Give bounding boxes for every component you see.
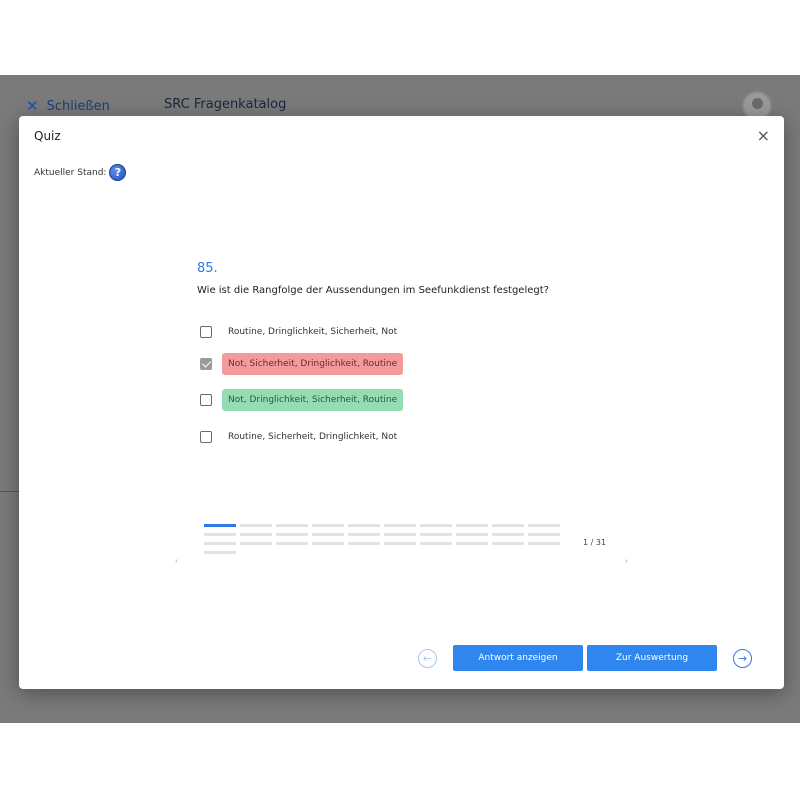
answer-option-2[interactable]: Not, Sicherheit, Dringlichkeit, Routine bbox=[200, 353, 404, 375]
help-icon[interactable]: ? bbox=[109, 164, 127, 181]
question-text: Wie ist die Rangfolge der Aussendungen i… bbox=[197, 285, 549, 296]
progress-row bbox=[204, 533, 564, 536]
answer-label: Routine, Sicherheit, Dringlichkeit, Not bbox=[228, 432, 398, 442]
answer-option-4[interactable]: Routine, Sicherheit, Dringlichkeit, Not bbox=[200, 426, 403, 448]
answer-checkbox[interactable] bbox=[200, 326, 212, 338]
progress-segment[interactable] bbox=[420, 542, 452, 545]
quiz-modal: Quiz × Aktueller Stand: ? 85. Wie ist di… bbox=[19, 116, 784, 689]
progress-segment[interactable] bbox=[240, 542, 272, 545]
progress-segment[interactable] bbox=[456, 524, 488, 527]
answer-checkbox-checked[interactable] bbox=[200, 358, 212, 370]
progress-segment[interactable] bbox=[348, 533, 380, 536]
modal-title: Quiz bbox=[34, 129, 61, 143]
progress-segment[interactable] bbox=[240, 524, 272, 527]
progress-segment[interactable] bbox=[384, 533, 416, 536]
next-question-button[interactable]: → bbox=[733, 649, 752, 668]
divider bbox=[0, 491, 20, 492]
arrow-right-icon: → bbox=[737, 652, 748, 665]
answer-label: Routine, Dringlichkeit, Sicherheit, Not bbox=[228, 327, 398, 337]
progress-row bbox=[204, 524, 564, 527]
question-number: 85. bbox=[197, 261, 218, 276]
answer-label-correct: Not, Dringlichkeit, Sicherheit, Routine bbox=[222, 389, 404, 411]
show-answer-button[interactable]: Antwort anzeigen bbox=[453, 645, 583, 671]
progress-segment[interactable] bbox=[456, 542, 488, 545]
progress-segment[interactable] bbox=[384, 524, 416, 527]
progress-next-icon[interactable]: › bbox=[625, 557, 628, 565]
answer-checkbox[interactable] bbox=[200, 394, 212, 406]
close-icon: ✕ bbox=[26, 97, 39, 115]
progress-segment[interactable] bbox=[528, 524, 560, 527]
progress-segment[interactable] bbox=[528, 533, 560, 536]
status-label: Aktueller Stand: bbox=[34, 167, 107, 178]
progress-segment[interactable] bbox=[384, 542, 416, 545]
progress-row bbox=[204, 542, 564, 545]
progress-segment[interactable] bbox=[348, 542, 380, 545]
progress-segment[interactable] bbox=[456, 533, 488, 536]
progress-segment[interactable] bbox=[420, 524, 452, 527]
progress-segment[interactable] bbox=[492, 524, 524, 527]
background-close-button[interactable]: ✕ Schließen bbox=[26, 97, 110, 115]
progress-prev-icon[interactable]: ‹ bbox=[175, 557, 178, 565]
arrow-left-icon: ← bbox=[422, 652, 433, 665]
previous-question-button[interactable]: ← bbox=[418, 649, 437, 668]
progress-segment[interactable] bbox=[348, 524, 380, 527]
answer-option-1[interactable]: Routine, Dringlichkeit, Sicherheit, Not bbox=[200, 321, 403, 343]
progress-row bbox=[204, 551, 564, 554]
modal-close-icon[interactable]: × bbox=[757, 126, 770, 145]
progress-segment[interactable] bbox=[312, 524, 344, 527]
answer-option-3[interactable]: Not, Dringlichkeit, Sicherheit, Routine bbox=[200, 389, 404, 411]
progress-segment[interactable] bbox=[276, 524, 308, 527]
progress-segment-current[interactable] bbox=[204, 524, 236, 527]
answer-checkbox[interactable] bbox=[200, 431, 212, 443]
progress-segment[interactable] bbox=[204, 551, 236, 554]
progress-segment[interactable] bbox=[276, 542, 308, 545]
page-indicator: 1 / 31 bbox=[583, 538, 607, 547]
status-row: Aktueller Stand: ? bbox=[34, 164, 127, 181]
progress-segment[interactable] bbox=[204, 542, 236, 545]
background-close-label: Schließen bbox=[46, 98, 110, 114]
progress-segment[interactable] bbox=[276, 533, 308, 536]
progress-segment[interactable] bbox=[492, 542, 524, 545]
progress-segment[interactable] bbox=[240, 533, 272, 536]
progress-segment[interactable] bbox=[492, 533, 524, 536]
progress-segment[interactable] bbox=[312, 533, 344, 536]
progress-segment[interactable] bbox=[204, 533, 236, 536]
question-progress-grid bbox=[204, 524, 564, 560]
progress-segment[interactable] bbox=[528, 542, 560, 545]
app-title: SRC Fragenkatalog bbox=[164, 97, 287, 112]
progress-segment[interactable] bbox=[312, 542, 344, 545]
progress-segment[interactable] bbox=[420, 533, 452, 536]
answer-label-wrong: Not, Sicherheit, Dringlichkeit, Routine bbox=[222, 353, 404, 375]
evaluate-button[interactable]: Zur Auswertung bbox=[587, 645, 717, 671]
